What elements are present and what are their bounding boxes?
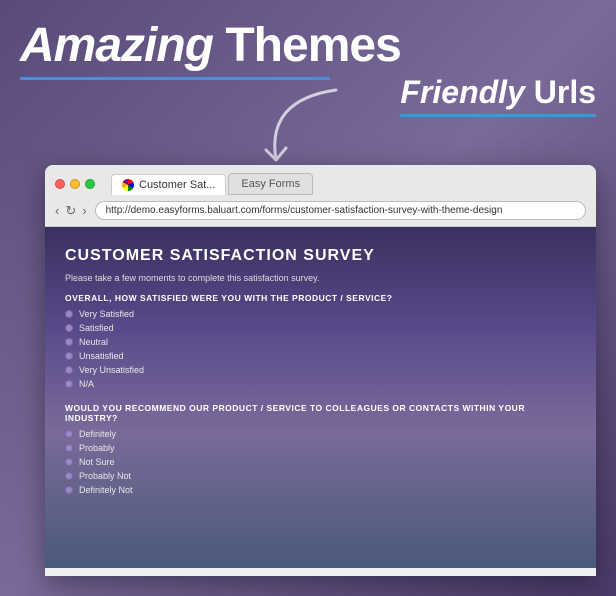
- option-label: Very Satisfied: [79, 309, 134, 319]
- browser-chrome: Customer Sat... Easy Forms ‹ ↻ › http://…: [45, 165, 596, 227]
- friendly-bold: Friendly: [400, 74, 524, 110]
- radio-dot: [65, 366, 73, 374]
- minimize-button[interactable]: [70, 179, 80, 189]
- radio-dot: [65, 430, 73, 438]
- main-title: Amazing Themes: [20, 20, 596, 73]
- tab-bar: Customer Sat... Easy Forms: [111, 173, 313, 195]
- friendly-label: Friendly Urls: [400, 75, 596, 117]
- inactive-tab-label: Easy Forms: [241, 178, 300, 190]
- active-tab[interactable]: Customer Sat...: [111, 174, 226, 195]
- survey-option-item[interactable]: Probably Not: [65, 471, 576, 481]
- radio-dot: [65, 324, 73, 332]
- option-label: Definitely: [79, 429, 116, 439]
- radio-dot: [65, 444, 73, 452]
- option-label: Neutral: [79, 337, 108, 347]
- survey-question-2: WOULD YOU RECOMMEND OUR PRODUCT / SERVIC…: [65, 403, 576, 423]
- browser-content: CUSTOMER SATISFACTION SURVEY Please take…: [45, 227, 596, 568]
- radio-dot: [65, 352, 73, 360]
- traffic-lights: [55, 179, 95, 189]
- option-label: Probably: [79, 443, 115, 453]
- radio-dot: [65, 472, 73, 480]
- option-label: Probably Not: [79, 471, 131, 481]
- radio-dot: [65, 310, 73, 318]
- survey-options-2: Definitely Probably Not Sure Probably Not De…: [65, 429, 576, 495]
- survey-option-item[interactable]: Definitely Not: [65, 485, 576, 495]
- survey-option-item[interactable]: Very Satisfied: [65, 309, 576, 319]
- option-label: N/A: [79, 379, 94, 389]
- survey-option-item[interactable]: Not Sure: [65, 457, 576, 467]
- survey-option-item[interactable]: Probably: [65, 443, 576, 453]
- survey-title: CUSTOMER SATISFACTION SURVEY: [65, 247, 576, 265]
- address-bar-row: ‹ ↻ › http://demo.easyforms.baluart.com/…: [55, 201, 586, 220]
- option-label: Definitely Not: [79, 485, 133, 495]
- survey-option-item[interactable]: Unsatisfied: [65, 351, 576, 361]
- forward-button[interactable]: ›: [82, 203, 86, 219]
- close-button[interactable]: [55, 179, 65, 189]
- survey-option-item[interactable]: Definitely: [65, 429, 576, 439]
- radio-dot: [65, 458, 73, 466]
- inactive-tab[interactable]: Easy Forms: [228, 173, 313, 195]
- active-tab-label: Customer Sat...: [139, 179, 215, 191]
- radio-dot: [65, 486, 73, 494]
- survey-option-item[interactable]: Neutral: [65, 337, 576, 347]
- survey-option-item[interactable]: Satisfied: [65, 323, 576, 333]
- tab-favicon: [122, 179, 134, 191]
- radio-dot: [65, 380, 73, 388]
- survey-option-item[interactable]: N/A: [65, 379, 576, 389]
- survey-options-1: Very Satisfied Satisfied Neutral Unsatisfie…: [65, 309, 576, 389]
- option-label: Unsatisfied: [79, 351, 124, 361]
- survey-option-item[interactable]: Very Unsatisfied: [65, 365, 576, 375]
- address-text: http://demo.easyforms.baluart.com/forms/…: [106, 205, 503, 216]
- browser-window: Customer Sat... Easy Forms ‹ ↻ › http://…: [45, 165, 596, 576]
- header-area: Amazing Themes Friendly Urls: [20, 20, 596, 80]
- radio-dot: [65, 338, 73, 346]
- option-label: Not Sure: [79, 457, 115, 467]
- address-bar[interactable]: http://demo.easyforms.baluart.com/forms/…: [95, 201, 586, 220]
- survey-subtitle: Please take a few moments to complete th…: [65, 273, 576, 283]
- title-bold: Amazing: [20, 19, 213, 72]
- browser-controls: Customer Sat... Easy Forms: [55, 173, 586, 195]
- nav-arrows: ‹ ↻ ›: [55, 203, 87, 219]
- title-normal: Themes: [213, 19, 401, 72]
- maximize-button[interactable]: [85, 179, 95, 189]
- friendly-normal: Urls: [525, 74, 596, 110]
- reload-button[interactable]: ↻: [65, 203, 76, 219]
- option-label: Very Unsatisfied: [79, 365, 144, 375]
- survey-question-1: OVERALL, HOW SATISFIED WERE YOU WITH THE…: [65, 293, 576, 303]
- option-label: Satisfied: [79, 323, 114, 333]
- back-button[interactable]: ‹: [55, 203, 59, 219]
- friendly-underline: [400, 114, 596, 117]
